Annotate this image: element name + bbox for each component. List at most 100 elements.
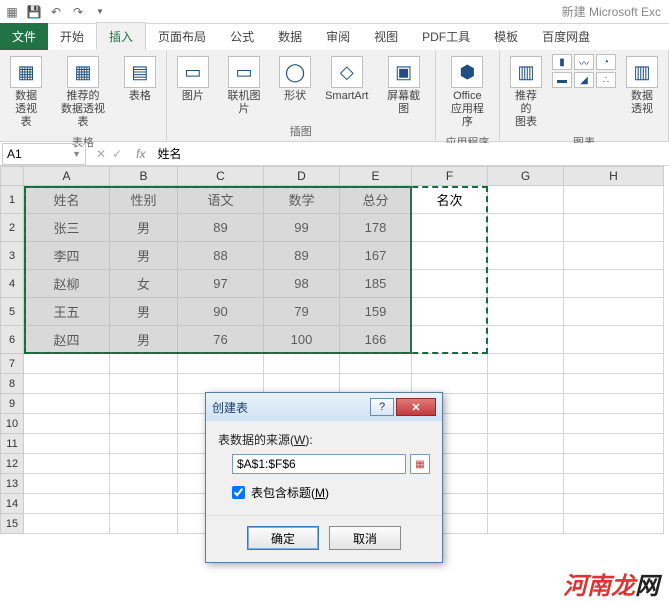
undo-icon[interactable]: ↶ — [48, 4, 64, 20]
cell-G1[interactable] — [488, 186, 564, 214]
cell-G7[interactable] — [488, 354, 564, 374]
col-header-A[interactable]: A — [24, 166, 110, 186]
cell-B13[interactable] — [110, 474, 178, 494]
cell-H8[interactable] — [564, 374, 664, 394]
col-header-D[interactable]: D — [264, 166, 340, 186]
cell-G13[interactable] — [488, 474, 564, 494]
cell-E6[interactable]: 166 — [340, 326, 412, 354]
cell-B2[interactable]: 男 — [110, 214, 178, 242]
cell-H3[interactable] — [564, 242, 664, 270]
cell-B4[interactable]: 女 — [110, 270, 178, 298]
cell-C7[interactable] — [178, 354, 264, 374]
cell-G14[interactable] — [488, 494, 564, 514]
cell-F3[interactable] — [412, 242, 488, 270]
cell-A1[interactable]: 姓名 — [24, 186, 110, 214]
cell-A8[interactable] — [24, 374, 110, 394]
row-header-3[interactable]: 3 — [0, 242, 24, 270]
cell-B7[interactable] — [110, 354, 178, 374]
cell-G8[interactable] — [488, 374, 564, 394]
row-header-7[interactable]: 7 — [0, 354, 24, 374]
cell-B10[interactable] — [110, 414, 178, 434]
tab-data[interactable]: 数据 — [266, 23, 314, 50]
row-header-12[interactable]: 12 — [0, 454, 24, 474]
cell-B8[interactable] — [110, 374, 178, 394]
table-button[interactable]: ▤表格 — [120, 54, 160, 105]
tab-home[interactable]: 开始 — [48, 23, 96, 50]
cell-B14[interactable] — [110, 494, 178, 514]
cell-H10[interactable] — [564, 414, 664, 434]
tab-layout[interactable]: 页面布局 — [146, 23, 218, 50]
cell-D3[interactable]: 89 — [264, 242, 340, 270]
col-header-H[interactable]: H — [564, 166, 664, 186]
has-headers-checkbox[interactable]: 表包含标题(M) — [232, 484, 430, 501]
cell-A9[interactable] — [24, 394, 110, 414]
cancel-button[interactable]: 取消 — [329, 526, 401, 550]
tab-formulas[interactable]: 公式 — [218, 23, 266, 50]
line-chart-icon[interactable]: 〰 — [574, 54, 594, 70]
cell-C6[interactable]: 76 — [178, 326, 264, 354]
tab-baidu[interactable]: 百度网盘 — [530, 23, 602, 50]
row-header-8[interactable]: 8 — [0, 374, 24, 394]
cell-B9[interactable] — [110, 394, 178, 414]
cell-F2[interactable] — [412, 214, 488, 242]
area-chart-icon[interactable]: ◢ — [574, 72, 594, 88]
dialog-titlebar[interactable]: 创建表 ? ✕ — [206, 393, 442, 421]
cell-G10[interactable] — [488, 414, 564, 434]
row-header-14[interactable]: 14 — [0, 494, 24, 514]
row-header-10[interactable]: 10 — [0, 414, 24, 434]
cell-B5[interactable]: 男 — [110, 298, 178, 326]
cell-H1[interactable] — [564, 186, 664, 214]
office-apps-button[interactable]: ⬢Office 应用程序 — [442, 54, 493, 132]
row-header-13[interactable]: 13 — [0, 474, 24, 494]
cell-C3[interactable]: 88 — [178, 242, 264, 270]
name-box[interactable]: A1▼ — [2, 143, 86, 165]
cell-H5[interactable] — [564, 298, 664, 326]
cell-G11[interactable] — [488, 434, 564, 454]
cell-D2[interactable]: 99 — [264, 214, 340, 242]
cell-B6[interactable]: 男 — [110, 326, 178, 354]
cancel-formula-icon[interactable]: ✕ — [96, 147, 106, 161]
cell-A15[interactable] — [24, 514, 110, 534]
bar-chart-icon[interactable]: ▬ — [552, 72, 572, 88]
cell-A6[interactable]: 赵四 — [24, 326, 110, 354]
cell-H9[interactable] — [564, 394, 664, 414]
cell-H2[interactable] — [564, 214, 664, 242]
cell-G9[interactable] — [488, 394, 564, 414]
cell-E3[interactable]: 167 — [340, 242, 412, 270]
source-range-input[interactable] — [232, 454, 406, 474]
cell-D6[interactable]: 100 — [264, 326, 340, 354]
row-header-1[interactable]: 1 — [0, 186, 24, 214]
cell-H4[interactable] — [564, 270, 664, 298]
pivot-chart-button[interactable]: ▥数据透视 — [622, 54, 662, 118]
cell-E7[interactable] — [340, 354, 412, 374]
qat-dropdown-icon[interactable]: ▼ — [92, 4, 108, 20]
smartart-button[interactable]: ◇SmartArt — [321, 54, 372, 105]
cell-A3[interactable]: 李四 — [24, 242, 110, 270]
ok-button[interactable]: 确定 — [247, 526, 319, 550]
row-header-11[interactable]: 11 — [0, 434, 24, 454]
cell-E4[interactable]: 185 — [340, 270, 412, 298]
col-header-G[interactable]: G — [488, 166, 564, 186]
formula-input[interactable] — [151, 143, 669, 165]
row-header-4[interactable]: 4 — [0, 270, 24, 298]
cell-G4[interactable] — [488, 270, 564, 298]
cell-A2[interactable]: 张三 — [24, 214, 110, 242]
tab-view[interactable]: 视图 — [362, 23, 410, 50]
redo-icon[interactable]: ↷ — [70, 4, 86, 20]
cell-F5[interactable] — [412, 298, 488, 326]
column-chart-icon[interactable]: ▮ — [552, 54, 572, 70]
row-header-5[interactable]: 5 — [0, 298, 24, 326]
dialog-close-button[interactable]: ✕ — [396, 398, 436, 416]
cell-F1[interactable]: 名次 — [412, 186, 488, 214]
cell-B11[interactable] — [110, 434, 178, 454]
tab-pdf[interactable]: PDF工具 — [410, 23, 482, 50]
save-icon[interactable]: 💾 — [26, 4, 42, 20]
pivot-table-button[interactable]: ▦数据 透视表 — [6, 54, 46, 132]
tab-insert[interactable]: 插入 — [96, 22, 146, 50]
cell-E5[interactable]: 159 — [340, 298, 412, 326]
range-selector-button[interactable]: ▦ — [410, 454, 430, 474]
cell-H7[interactable] — [564, 354, 664, 374]
cell-A7[interactable] — [24, 354, 110, 374]
chart-type-gallery[interactable]: ▮ 〰 ◔ ▬ ◢ ∴ — [552, 54, 616, 88]
cell-G15[interactable] — [488, 514, 564, 534]
